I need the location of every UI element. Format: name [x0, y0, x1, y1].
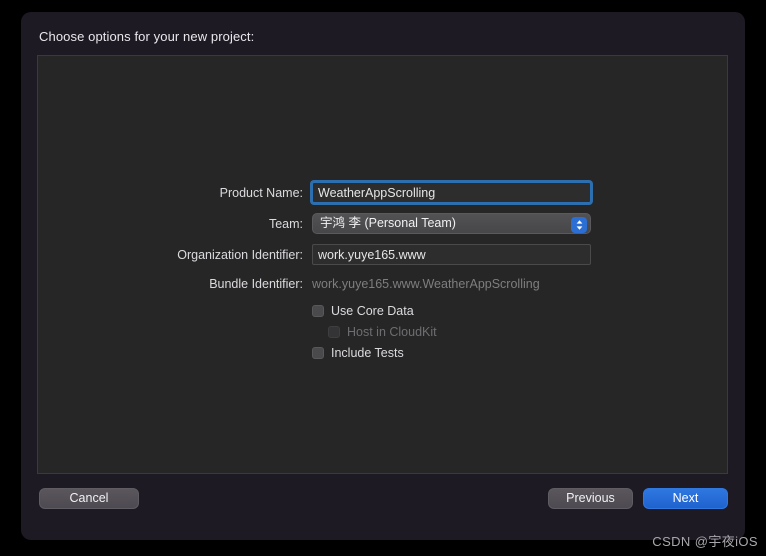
- use-core-data-checkbox[interactable]: [312, 305, 324, 317]
- team-control: 宇鸿 李 (Personal Team): [312, 213, 591, 234]
- previous-button[interactable]: Previous: [548, 488, 633, 509]
- form-row-bundle-identifier: Bundle Identifier: work.yuye165.www.Weat…: [38, 273, 729, 295]
- checkbox-row-use-core-data[interactable]: Use Core Data: [312, 301, 414, 321]
- organization-identifier-label: Organization Identifier:: [177, 248, 303, 262]
- host-in-cloudkit-checkbox: [328, 326, 340, 338]
- bundle-identifier-value: work.yuye165.www.WeatherAppScrolling: [312, 277, 540, 291]
- product-name-label: Product Name:: [219, 186, 303, 200]
- cancel-button[interactable]: Cancel: [39, 488, 139, 509]
- host-in-cloudkit-label: Host in CloudKit: [347, 325, 437, 339]
- product-name-input[interactable]: [312, 182, 591, 203]
- csdn-watermark: CSDN @宇夜iOS: [652, 534, 758, 549]
- organization-identifier-input[interactable]: [312, 244, 591, 265]
- product-name-control: [312, 182, 591, 203]
- bundle-identifier-control: work.yuye165.www.WeatherAppScrolling: [312, 273, 540, 295]
- team-select[interactable]: 宇鸿 李 (Personal Team): [312, 213, 591, 234]
- use-core-data-label: Use Core Data: [331, 304, 414, 318]
- new-project-options-dialog: Choose options for your new project: Pro…: [21, 12, 745, 540]
- form-row-organization-identifier: Organization Identifier:: [38, 244, 729, 266]
- bundle-identifier-label: Bundle Identifier:: [209, 277, 303, 291]
- checkbox-row-include-tests[interactable]: Include Tests: [312, 343, 404, 363]
- organization-identifier-control: [312, 244, 591, 265]
- include-tests-label: Include Tests: [331, 346, 404, 360]
- team-selected-value: 宇鸿 李 (Personal Team): [320, 216, 456, 230]
- options-content-panel: Product Name: Team: 宇鸿 李 (Personal Team): [37, 55, 728, 474]
- page-title: Choose options for your new project:: [39, 29, 255, 44]
- screen: Choose options for your new project: Pro…: [0, 0, 766, 556]
- next-button[interactable]: Next: [643, 488, 728, 509]
- form-row-product-name: Product Name:: [38, 182, 729, 204]
- checkbox-row-host-in-cloudkit: Host in CloudKit: [328, 322, 437, 342]
- form-row-team: Team: 宇鸿 李 (Personal Team): [38, 213, 729, 235]
- include-tests-checkbox[interactable]: [312, 347, 324, 359]
- up-down-chevron-icon[interactable]: [571, 216, 587, 233]
- team-label: Team:: [268, 217, 303, 231]
